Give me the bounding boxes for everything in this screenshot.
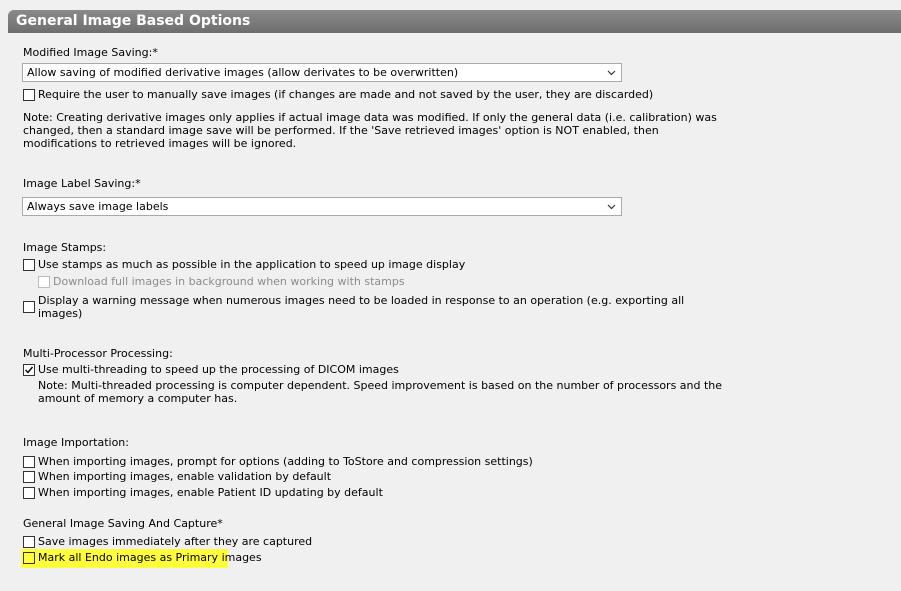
section-title: General Image Based Options xyxy=(16,13,251,29)
image-label-saving-dropdown[interactable]: Always save image labels xyxy=(22,197,622,216)
image-importation-label: Image Importation: xyxy=(23,436,129,449)
multi-threading-label: Use multi-threading to speed up the proc… xyxy=(38,363,399,376)
modified-note: Note: Creating derivative images only ap… xyxy=(23,111,717,150)
saving-capture-label: General Image Saving And Capture* xyxy=(23,517,223,530)
multi-processor-label: Multi-Processor Processing: xyxy=(23,347,173,360)
download-full-images-label: Download full images in background when … xyxy=(53,275,405,288)
modified-image-saving-label: Modified Image Saving:* xyxy=(23,46,158,59)
import-prompt-options-label: When importing images, prompt for option… xyxy=(38,455,533,468)
import-validation-label: When importing images, enable validation… xyxy=(38,470,332,483)
chevron-down-icon xyxy=(607,204,616,210)
checkmark-icon xyxy=(25,366,34,374)
section-header: General Image Based Options xyxy=(8,10,901,33)
image-label-saving-label: Image Label Saving:* xyxy=(23,177,141,190)
require-manual-save-checkbox[interactable] xyxy=(23,89,35,101)
label-line: images) xyxy=(38,307,83,320)
require-manual-save-label: Require the user to manually save images… xyxy=(38,88,654,101)
import-patient-id-label: When importing images, enable Patient ID… xyxy=(38,486,383,499)
multi-threading-checkbox[interactable] xyxy=(23,364,35,376)
download-full-images-checkbox xyxy=(38,276,50,288)
note-line: amount of memory a computer has. xyxy=(38,392,238,405)
save-immediately-label: Save images immediately after they are c… xyxy=(38,535,313,548)
import-patient-id-checkbox[interactable] xyxy=(23,487,35,499)
import-prompt-options-checkbox[interactable] xyxy=(23,456,35,468)
save-immediately-checkbox[interactable] xyxy=(23,536,35,548)
mark-endo-primary-checkbox[interactable] xyxy=(23,552,35,564)
use-stamps-checkbox[interactable] xyxy=(23,259,35,271)
use-stamps-label: Use stamps as much as possible in the ap… xyxy=(38,258,466,271)
display-warning-label: Display a warning message when numerous … xyxy=(38,294,684,320)
display-warning-checkbox[interactable] xyxy=(23,301,35,313)
note-line: changed, then a standard image save will… xyxy=(23,124,659,137)
import-validation-checkbox[interactable] xyxy=(23,471,35,483)
modified-image-saving-dropdown[interactable]: Allow saving of modified derivative imag… xyxy=(22,63,622,82)
label-line: Display a warning message when numerous … xyxy=(38,294,685,307)
multi-threading-note: Note: Multi-threaded processing is compu… xyxy=(38,379,722,405)
chevron-down-icon xyxy=(607,70,616,76)
note-line: Note: Creating derivative images only ap… xyxy=(23,111,717,124)
note-line: Note: Multi-threaded processing is compu… xyxy=(38,379,723,392)
dropdown-value: Allow saving of modified derivative imag… xyxy=(27,66,459,79)
mark-endo-primary-label: Mark all Endo images as Primary images xyxy=(38,551,262,564)
image-stamps-label: Image Stamps: xyxy=(23,241,107,254)
note-line: modifications to retrieved images will b… xyxy=(23,137,297,150)
dropdown-value: Always save image labels xyxy=(27,200,169,213)
